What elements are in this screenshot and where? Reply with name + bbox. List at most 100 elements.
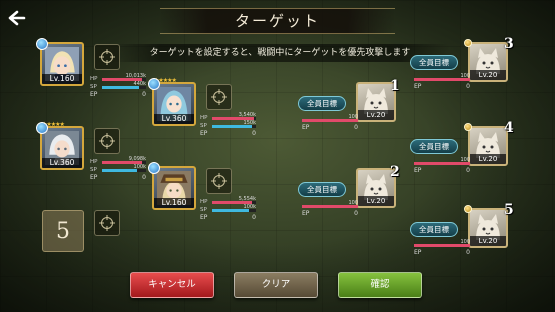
- ep-label: EP: [414, 249, 422, 256]
- hp-value: 5,554k: [238, 195, 256, 202]
- ally-stats-1: HP 10,013k SP 440k EP 0: [90, 72, 146, 98]
- element-orb-icon: [148, 78, 160, 90]
- sp-label: SP: [200, 207, 207, 213]
- ep-label: EP: [302, 124, 310, 131]
- enemy-number: 2: [390, 164, 400, 180]
- sp-value: 440k: [133, 80, 146, 87]
- sp-label: SP: [200, 123, 207, 129]
- cancel-button[interactable]: キャンセル: [130, 272, 214, 298]
- ep-value: 0: [142, 91, 146, 98]
- ally-target-button-1[interactable]: [94, 44, 120, 70]
- enemy-level: Lv.20: [358, 196, 394, 206]
- ep-label: EP: [200, 214, 208, 221]
- ally-portrait: Lv.160: [40, 42, 84, 86]
- enemy-level: Lv.20: [470, 70, 506, 80]
- sp-label: SP: [90, 167, 97, 173]
- ep-value: 0: [354, 124, 358, 131]
- ally-level: Lv.360: [154, 114, 194, 124]
- ally-target-button-3[interactable]: [94, 128, 120, 154]
- ep-label: EP: [414, 83, 422, 90]
- gem-icon: [464, 39, 472, 47]
- target-all-badge-5[interactable]: 全員目標: [410, 222, 458, 237]
- ep-value: 0: [252, 214, 256, 221]
- target-all-badge-2[interactable]: 全員目標: [298, 182, 346, 197]
- crosshair-icon: [211, 173, 227, 189]
- enemy-number: 5: [504, 202, 514, 218]
- ep-label: EP: [414, 167, 422, 174]
- ally-level: Lv.160: [154, 198, 194, 208]
- sp-bar: [102, 168, 138, 172]
- ep-value: 0: [466, 249, 470, 256]
- target-all-badge-3[interactable]: 全員目標: [410, 55, 458, 70]
- page-title: ターゲット: [160, 8, 395, 34]
- sp-value: 100k: [133, 163, 146, 170]
- hp-value: 9,098k: [128, 155, 146, 162]
- enemy-stats-2: 100 EP 0: [302, 199, 358, 217]
- enemy-stats-1: 100 EP 0: [302, 113, 358, 131]
- ally-stats-4: HP 5,554k SP 100k EP 0: [200, 195, 256, 221]
- enemy-hp-value: 100: [460, 72, 470, 79]
- enemy-number: 4: [504, 120, 514, 136]
- sp-value: 100k: [243, 203, 256, 210]
- ally-stats-2: HP 3,540k SP 150k EP 0: [200, 111, 256, 137]
- sp-value: 150k: [243, 119, 256, 126]
- enemy-number: 3: [504, 36, 514, 52]
- crosshair-icon: [211, 89, 227, 105]
- enemy-portrait: Lv.20: [468, 208, 508, 248]
- element-orb-icon: [148, 162, 160, 174]
- ally-level: Lv.360: [42, 158, 82, 168]
- back-arrow-icon: [8, 10, 26, 26]
- crosshair-icon: [99, 133, 115, 149]
- ep-label: EP: [302, 210, 310, 217]
- enemy-stats-5: 100 EP 0: [414, 238, 470, 256]
- hp-value: 10,013k: [125, 72, 146, 79]
- ally-target-button-5[interactable]: [94, 210, 120, 236]
- ep-label: EP: [90, 174, 98, 181]
- instruction-text: ターゲットを設定すると、戦闘中にターゲットを優先攻撃します: [110, 44, 450, 62]
- element-orb-icon: [36, 38, 48, 50]
- enemy-hp-value: 100: [460, 238, 470, 245]
- ally-stats-3: HP 9,098k SP 100k EP 0: [90, 155, 146, 181]
- ep-label: EP: [200, 130, 208, 137]
- enemy-portrait: Lv.20: [468, 42, 508, 82]
- target-all-badge-1[interactable]: 全員目標: [298, 96, 346, 111]
- target-all-badge-4[interactable]: 全員目標: [410, 139, 458, 154]
- ally-portrait: Lv.360: [40, 126, 84, 170]
- ally-target-button-4[interactable]: [206, 168, 232, 194]
- ally-portrait: Lv.360: [152, 82, 196, 126]
- enemy-number: 1: [390, 78, 400, 94]
- enemy-hp-value: 100: [460, 156, 470, 163]
- gem-icon: [464, 123, 472, 131]
- gem-icon: [464, 205, 472, 213]
- hp-label: HP: [90, 159, 98, 165]
- empty-ally-slot-5[interactable]: 5: [42, 210, 84, 252]
- ep-label: EP: [90, 91, 98, 98]
- hp-value: 3,540k: [238, 111, 256, 118]
- hp-label: HP: [200, 199, 208, 205]
- enemy-stats-4: 100 EP 0: [414, 156, 470, 174]
- clear-button[interactable]: クリア: [234, 272, 318, 298]
- sp-label: SP: [90, 84, 97, 90]
- hp-label: HP: [90, 76, 98, 82]
- enemy-hp-value: 100: [348, 113, 358, 120]
- ep-value: 0: [354, 210, 358, 217]
- crosshair-icon: [99, 49, 115, 65]
- enemy-portrait: Lv.20: [468, 126, 508, 166]
- enemy-stats-3: 100 EP 0: [414, 72, 470, 90]
- crosshair-icon: [99, 215, 115, 231]
- element-orb-icon: [36, 122, 48, 134]
- confirm-button[interactable]: 確認: [338, 272, 422, 298]
- ally-target-button-2[interactable]: [206, 84, 232, 110]
- ally-level: Lv.160: [42, 74, 82, 84]
- ep-value: 0: [252, 130, 256, 137]
- back-button[interactable]: [6, 8, 28, 28]
- ep-value: 0: [466, 167, 470, 174]
- ep-value: 0: [466, 83, 470, 90]
- ep-value: 0: [142, 174, 146, 181]
- enemy-hp-value: 100: [348, 199, 358, 206]
- enemy-level: Lv.20: [358, 110, 394, 120]
- enemy-level: Lv.20: [470, 154, 506, 164]
- ally-portrait: Lv.160: [152, 166, 196, 210]
- hp-label: HP: [200, 115, 208, 121]
- enemy-level: Lv.20: [470, 236, 506, 246]
